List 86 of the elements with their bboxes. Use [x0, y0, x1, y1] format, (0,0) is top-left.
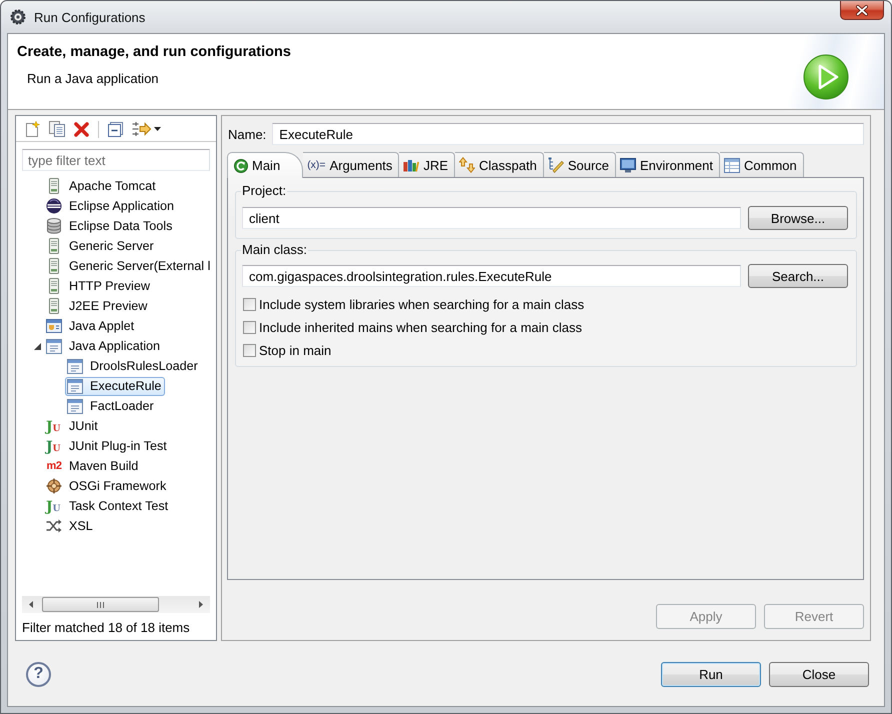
database-icon: [46, 218, 62, 234]
browse-button[interactable]: Browse...: [748, 206, 848, 230]
help-button[interactable]: ?: [26, 662, 51, 686]
tree-item[interactable]: OSGi Framework: [44, 476, 170, 496]
tree-item[interactable]: Eclipse Data Tools: [44, 216, 176, 236]
books-icon: [403, 158, 420, 172]
window-close-button[interactable]: [840, 1, 884, 20]
tree-item[interactable]: Java Applet: [44, 316, 138, 336]
m2-letters-icon: m2: [46, 459, 62, 473]
tree-item[interactable]: JU JUnit: [44, 416, 102, 436]
scrollbar-thumb[interactable]: [42, 597, 159, 612]
server-icon: [49, 178, 59, 194]
run-button[interactable]: Run: [661, 662, 761, 686]
striped-circle-icon: [46, 198, 62, 214]
server-icon: [49, 258, 59, 274]
tab[interactable]: Environment: [616, 152, 720, 177]
header-subtitle: Run a Java application: [27, 71, 159, 86]
tree-item[interactable]: J2EE Preview: [44, 296, 152, 316]
main-class-label: Main class:: [241, 242, 308, 258]
variable-icon: (x)=: [307, 159, 326, 171]
window-title: Run Configurations: [34, 10, 146, 24]
expander-icon[interactable]: [34, 342, 40, 350]
tree-item[interactable]: Generic Server: [44, 236, 158, 256]
tree-item[interactable]: Apache Tomcat: [44, 176, 160, 196]
option-label: Include inherited mains when searching for a main class: [259, 320, 582, 335]
tree-item[interactable]: DroolsRulesLoader: [65, 356, 202, 376]
checkbox[interactable]: [243, 344, 256, 357]
server-icon: [49, 278, 59, 294]
table-icon: [724, 158, 740, 172]
tree-item[interactable]: XSL: [44, 516, 97, 536]
window-icon: [67, 398, 83, 414]
option-label: Stop in main: [259, 343, 332, 358]
monitor-icon: [620, 158, 636, 172]
window-icon: [67, 358, 83, 374]
new-document-icon[interactable]: [24, 121, 40, 137]
tree-item[interactable]: JU JUnit Plug-in Test: [44, 436, 171, 456]
name-field[interactable]: ExecuteRule: [272, 123, 864, 145]
scroll-left-icon[interactable]: [29, 601, 33, 608]
ju-letters-icon: JU: [46, 498, 62, 514]
collapse-icon[interactable]: [108, 122, 123, 136]
applet-window-icon: [46, 319, 62, 333]
header-title: Create, manage, and run configurations: [17, 44, 291, 61]
gear-icon: [10, 9, 26, 25]
tab[interactable]: JRE: [399, 152, 455, 177]
scroll-right-icon[interactable]: [199, 601, 203, 608]
copy-icon[interactable]: [49, 121, 65, 137]
checkbox[interactable]: [243, 298, 256, 311]
tab[interactable]: (x)= Arguments: [303, 152, 400, 177]
tree-item[interactable]: Generic Server(External l: [44, 256, 214, 276]
main-class-field[interactable]: com.gigaspaces.droolsintegration.rules.ExecuteRule: [242, 265, 741, 287]
project-field[interactable]: client: [242, 207, 741, 229]
tree-item[interactable]: Eclipse Application: [44, 196, 178, 216]
window-icon: [46, 338, 62, 354]
delete-icon[interactable]: [74, 122, 89, 136]
tab[interactable]: Common: [720, 152, 804, 177]
play-icon: [803, 54, 849, 100]
filter-status-text: Filter matched 18 of 18 items: [21, 619, 191, 637]
search-button[interactable]: Search...: [748, 264, 848, 288]
server-icon: [49, 298, 59, 314]
tree-item[interactable]: HTTP Preview: [44, 276, 154, 296]
close-icon: [856, 4, 868, 16]
ju-letters-icon: JU: [46, 418, 62, 434]
tree-item[interactable]: ExecuteRule: [65, 376, 166, 396]
close-button[interactable]: Close: [769, 662, 869, 686]
tree-item[interactable]: JU Task Context Test: [44, 496, 172, 516]
tab[interactable]: Main: [227, 152, 304, 178]
filter-field[interactable]: type filter text: [22, 149, 210, 171]
filter-icon[interactable]: [132, 121, 151, 137]
project-label: Project:: [241, 183, 288, 199]
tree-pencil-icon: [548, 157, 564, 173]
name-label: Name:: [227, 126, 266, 142]
tree-item[interactable]: m2 Maven Build: [44, 456, 142, 476]
window-icon: [67, 378, 83, 394]
option-label: Include system libraries when searching for a main class: [259, 297, 584, 312]
tab[interactable]: Source: [544, 152, 616, 177]
arrows-icon: [459, 157, 475, 173]
tab[interactable]: Classpath: [455, 152, 544, 177]
ju-letters-icon: JU: [46, 438, 62, 454]
checkbox[interactable]: [243, 321, 256, 334]
crosshair-icon: [46, 478, 62, 494]
caret-icon[interactable]: [154, 127, 161, 131]
tree-item[interactable]: Java Application: [44, 336, 164, 356]
tree-item[interactable]: FactLoader: [65, 396, 158, 416]
crossed-arrows-icon: [46, 519, 62, 533]
server-icon: [49, 238, 59, 254]
grip-icon: [97, 602, 104, 608]
